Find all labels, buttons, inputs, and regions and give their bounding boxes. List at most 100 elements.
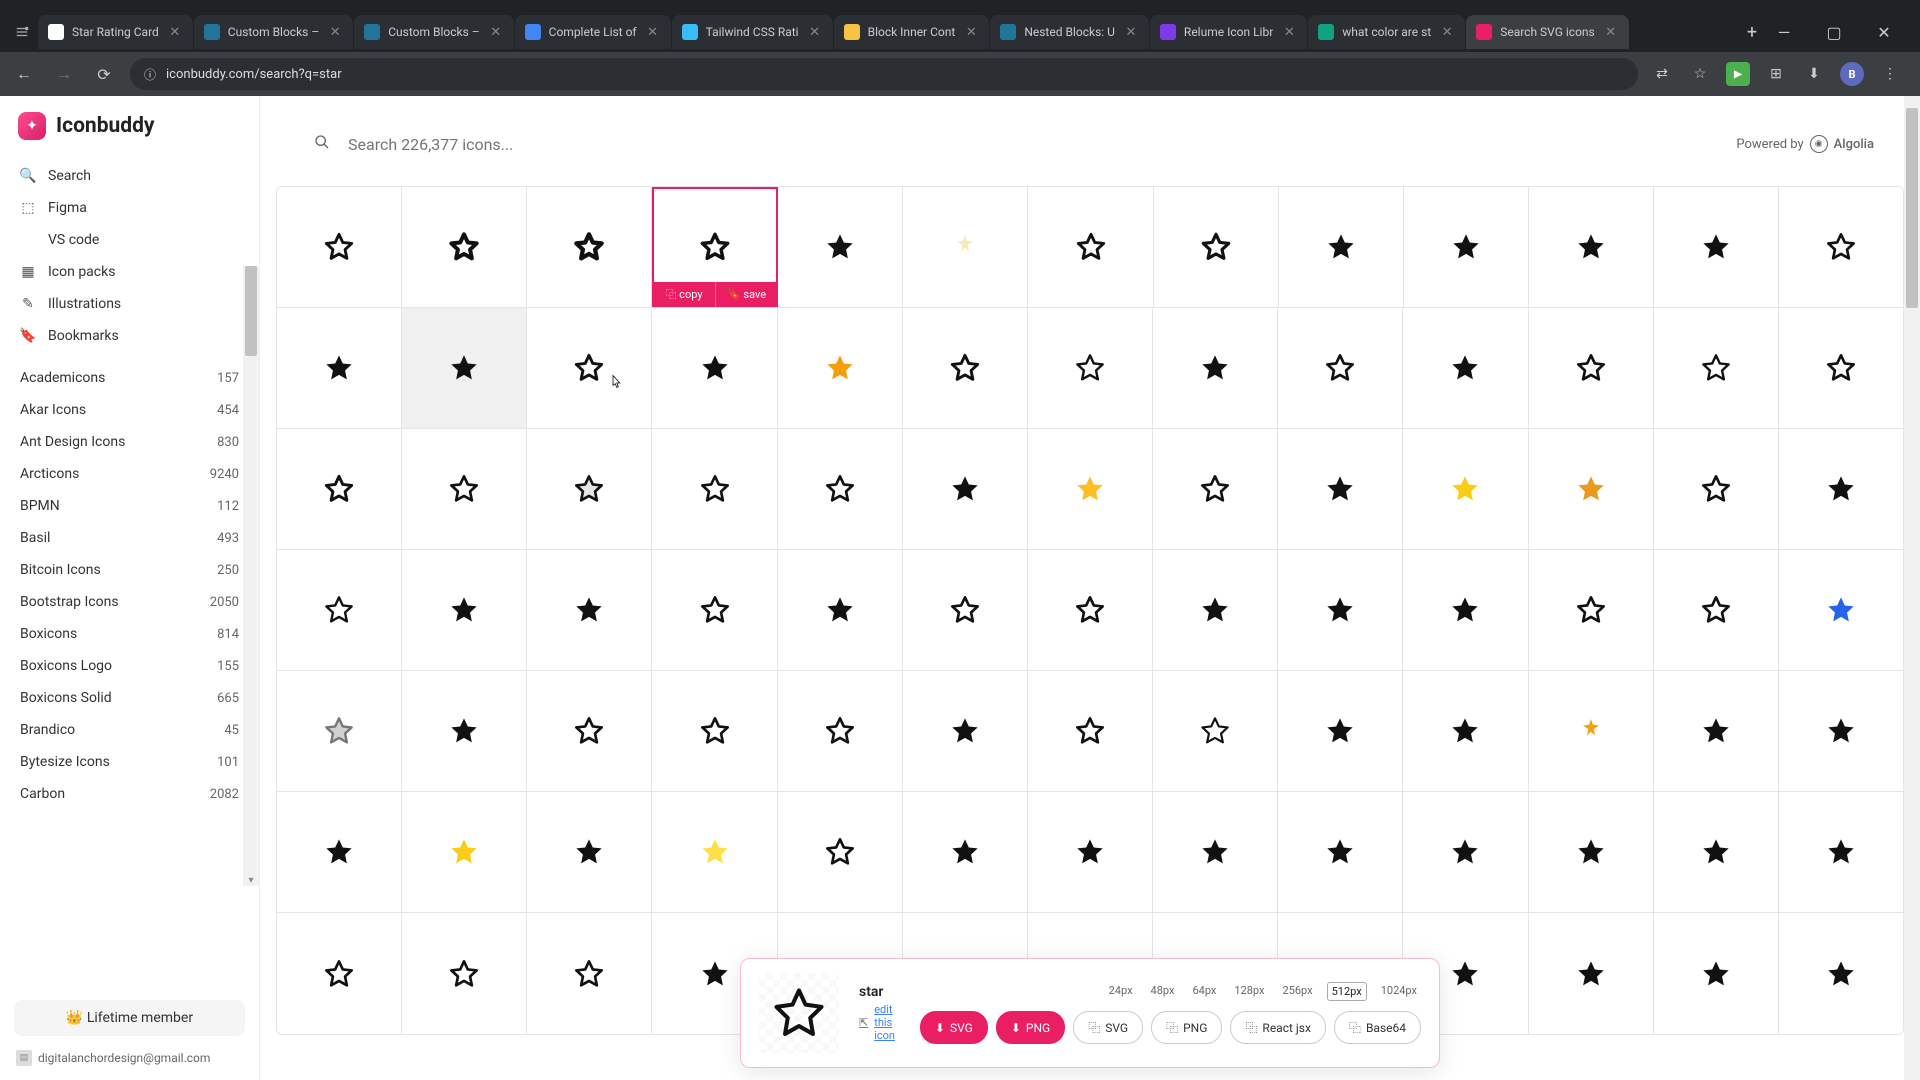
icon-grid-cell[interactable]	[1153, 550, 1278, 670]
icon-grid-cell[interactable]	[1278, 308, 1403, 428]
size-option[interactable]: 512px	[1327, 982, 1367, 1001]
new-tab-button[interactable]: +	[1738, 18, 1766, 46]
icon-grid-cell[interactable]	[903, 308, 1028, 428]
icon-grid-cell[interactable]	[402, 913, 527, 1034]
icon-grid-cell[interactable]	[778, 550, 903, 670]
close-button[interactable]: ✕	[1868, 18, 1900, 46]
menu-icon[interactable]: ⋮	[1878, 62, 1902, 86]
icon-grid-cell[interactable]	[778, 792, 903, 912]
icon-grid-cell[interactable]	[1028, 792, 1153, 912]
icon-grid-cell[interactable]	[1529, 308, 1654, 428]
user-email[interactable]: ▤ digitalanchordesign@gmail.com	[14, 1046, 245, 1070]
copy-button[interactable]: ⿻ copy	[653, 282, 716, 306]
icon-grid-cell[interactable]	[1654, 429, 1779, 549]
icon-grid-cell[interactable]	[1403, 792, 1528, 912]
icon-grid-cell[interactable]	[652, 550, 777, 670]
size-option[interactable]: 256px	[1278, 982, 1316, 1001]
icon-grid-cell[interactable]	[1403, 429, 1528, 549]
download-button[interactable]: ⿻Base64	[1334, 1011, 1421, 1044]
icon-pack-item[interactable]: Bitcoin Icons250	[10, 554, 249, 586]
icon-grid-cell[interactable]	[527, 671, 652, 791]
browser-tab[interactable]: Star Rating Card✕	[38, 15, 193, 49]
icon-pack-item[interactable]: Boxicons814	[10, 618, 249, 650]
tab-close-icon[interactable]: ✕	[963, 24, 979, 40]
icon-grid-cell[interactable]	[1403, 671, 1528, 791]
icon-grid-cell[interactable]	[1153, 308, 1278, 428]
icon-grid-cell[interactable]	[1278, 429, 1403, 549]
icon-grid-cell[interactable]	[778, 429, 903, 549]
icon-grid-cell[interactable]	[778, 671, 903, 791]
icon-grid-cell[interactable]	[1153, 792, 1278, 912]
icon-grid-cell[interactable]	[1028, 308, 1153, 428]
icon-grid-cell[interactable]	[1278, 671, 1403, 791]
browser-tab[interactable]: Search SVG icons✕	[1466, 15, 1629, 49]
icon-grid-cell[interactable]	[1779, 913, 1903, 1034]
icon-grid-cell[interactable]	[1654, 187, 1779, 307]
icon-grid-cell[interactable]	[903, 550, 1028, 670]
lifetime-badge[interactable]: 👑 Lifetime member	[14, 1000, 245, 1036]
icon-grid-cell[interactable]	[1654, 550, 1779, 670]
maximize-button[interactable]: ▢	[1818, 18, 1850, 46]
icon-pack-item[interactable]: Boxicons Logo155	[10, 650, 249, 682]
icon-grid-cell[interactable]	[1278, 550, 1403, 670]
icon-grid-cell[interactable]	[1153, 671, 1278, 791]
downloads-icon[interactable]: ⬇	[1802, 62, 1826, 86]
size-option[interactable]: 64px	[1188, 982, 1220, 1001]
minimize-button[interactable]: —	[1768, 18, 1800, 46]
icon-grid-cell[interactable]	[277, 429, 402, 549]
icon-grid-cell[interactable]	[402, 550, 527, 670]
icon-grid-cell[interactable]	[1779, 308, 1903, 428]
tab-close-icon[interactable]: ✕	[807, 24, 823, 40]
sidebar-nav-item[interactable]: VS code	[10, 224, 249, 256]
icon-pack-item[interactable]: Carbon2082	[10, 778, 249, 810]
sidebar-scrollbar[interactable]: ▾	[243, 266, 259, 886]
browser-tab[interactable]: Custom Blocks –✕	[194, 15, 353, 49]
algolia-attribution[interactable]: Powered by ◉ Algolia	[1736, 135, 1874, 153]
url-input[interactable]: ⓘ iconbuddy.com/search?q=star	[130, 58, 1638, 90]
icon-grid-cell[interactable]	[1529, 671, 1654, 791]
icon-pack-item[interactable]: Basil493	[10, 522, 249, 554]
icon-grid-cell[interactable]	[778, 187, 903, 307]
reload-button[interactable]: ⟳	[90, 60, 118, 88]
site-info-icon[interactable]: ⓘ	[144, 66, 156, 83]
icon-grid-cell[interactable]	[402, 187, 527, 307]
icon-grid-cell[interactable]	[277, 308, 402, 428]
icon-grid-cell[interactable]	[277, 792, 402, 912]
icon-grid-cell[interactable]	[1529, 187, 1654, 307]
size-option[interactable]: 48px	[1147, 982, 1179, 1001]
icon-grid-cell[interactable]	[652, 429, 777, 549]
icon-grid-cell[interactable]	[527, 913, 652, 1034]
extension-1-icon[interactable]: ▶	[1726, 62, 1750, 86]
tab-search-icon[interactable]	[8, 18, 36, 46]
icon-pack-item[interactable]: Akar Icons454	[10, 394, 249, 426]
icon-pack-item[interactable]: Bootstrap Icons2050	[10, 586, 249, 618]
icon-grid-cell[interactable]	[1279, 187, 1404, 307]
icon-grid-cell[interactable]	[1529, 550, 1654, 670]
brand[interactable]: ✦ Iconbuddy	[0, 96, 259, 156]
download-button[interactable]: ⿻PNG	[1151, 1011, 1222, 1044]
browser-tab[interactable]: Complete List of✕	[515, 15, 671, 49]
icon-grid-cell[interactable]	[1028, 187, 1153, 307]
icon-grid-cell[interactable]	[402, 308, 527, 428]
sidebar-nav-item[interactable]: 🔍Search	[10, 160, 249, 192]
translate-icon[interactable]: ⇄	[1650, 62, 1674, 86]
tab-close-icon[interactable]: ✕	[1603, 24, 1619, 40]
download-button[interactable]: ⬇SVG	[920, 1011, 988, 1044]
download-button[interactable]: ⿻SVG	[1073, 1011, 1143, 1044]
icon-grid-cell[interactable]	[527, 187, 652, 307]
size-option[interactable]: 1024px	[1377, 982, 1421, 1001]
icon-grid-cell[interactable]	[1654, 308, 1779, 428]
browser-tab[interactable]: Custom Blocks –✕	[354, 15, 513, 49]
icon-pack-item[interactable]: BPMN112	[10, 490, 249, 522]
browser-tab[interactable]: Tailwind CSS Rati✕	[672, 15, 833, 49]
icon-grid-cell[interactable]	[277, 913, 402, 1034]
icon-grid-cell[interactable]	[1654, 913, 1779, 1034]
tab-close-icon[interactable]: ✕	[1123, 24, 1139, 40]
browser-tab[interactable]: Block Inner Cont✕	[834, 15, 990, 49]
size-option[interactable]: 128px	[1230, 982, 1268, 1001]
search-input[interactable]	[348, 135, 1708, 154]
download-button[interactable]: ⬇PNG	[996, 1011, 1065, 1044]
icon-grid-cell[interactable]	[652, 671, 777, 791]
icon-grid-cell[interactable]	[652, 308, 777, 428]
icon-grid-cell[interactable]	[402, 429, 527, 549]
